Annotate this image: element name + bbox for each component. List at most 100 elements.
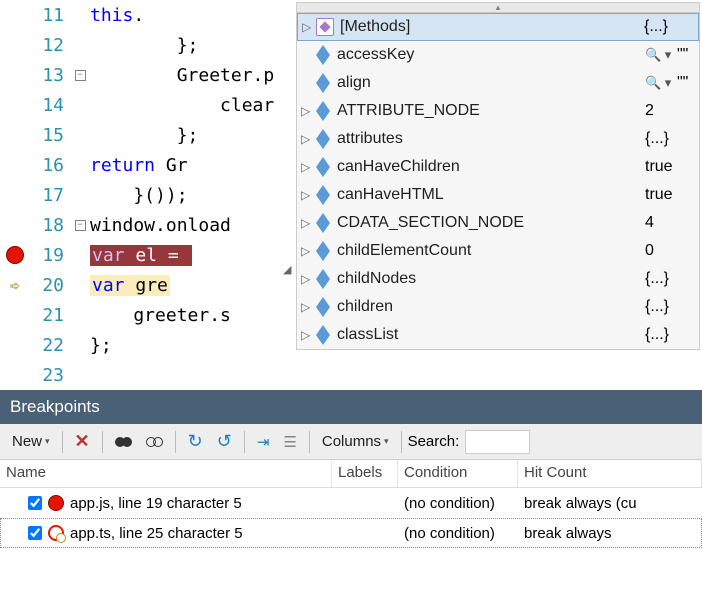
property-icon	[315, 243, 331, 259]
col-labels[interactable]: Labels	[332, 460, 398, 487]
intellisense-item[interactable]: ▷ CDATA_SECTION_NODE4	[297, 209, 699, 237]
line-number: 22	[30, 335, 70, 356]
new-button[interactable]: New	[6, 429, 56, 454]
property-icon	[315, 327, 331, 343]
member-name: canHaveChildren	[337, 158, 645, 176]
member-name: ATTRIBUTE_NODE	[337, 102, 645, 120]
filled-circles-icon	[115, 437, 132, 447]
hitcount-cell: break always	[518, 523, 702, 544]
magnifier-icon[interactable]: 🔍 ▾	[645, 47, 675, 62]
member-value: 2	[645, 102, 695, 120]
intellisense-item[interactable]: ▷ classList{...}	[297, 321, 699, 349]
enable-checkbox[interactable]	[28, 526, 42, 540]
condition-cell: (no condition)	[398, 493, 518, 514]
member-value: 🔍 ▾ ""	[645, 74, 695, 92]
code-line[interactable]	[90, 360, 702, 390]
member-value: {...}	[645, 326, 695, 344]
undo-button[interactable]: ↺	[211, 427, 238, 456]
breakpoint-mapped-icon	[48, 525, 64, 541]
intellisense-item[interactable]: align🔍 ▾ ""	[297, 69, 699, 97]
expand-icon[interactable]: ▷	[301, 188, 315, 202]
member-value: 0	[645, 242, 695, 260]
property-icon	[315, 131, 331, 147]
line-number: 21	[30, 305, 70, 326]
breakpoints-table[interactable]: Name Labels Condition Hit Count app.js, …	[0, 460, 702, 548]
intellisense-item[interactable]: ▷ ATTRIBUTE_NODE2	[297, 97, 699, 125]
intellisense-item[interactable]: ▷ canHaveChildrentrue	[297, 153, 699, 181]
member-name: CDATA_SECTION_NODE	[337, 214, 645, 232]
member-name: childNodes	[337, 270, 645, 288]
magnifier-icon[interactable]: 🔍 ▾	[645, 75, 675, 90]
labels-cell	[332, 501, 398, 505]
property-icon	[315, 75, 331, 91]
gutter: 111213−1415161718−19➪20212223	[0, 0, 90, 390]
member-value: true	[645, 158, 695, 176]
col-name[interactable]: Name	[0, 460, 332, 487]
search-label: Search:	[408, 433, 460, 450]
delete-button[interactable]: ✕	[69, 427, 96, 456]
expand-icon[interactable]: ▷	[301, 160, 315, 174]
undo-icon: ↺	[217, 431, 232, 452]
expand-icon[interactable]: ▷	[301, 216, 315, 230]
fold-toggle[interactable]: −	[75, 220, 86, 231]
member-value: 🔍 ▾ ""	[645, 46, 695, 64]
line-number: 20	[30, 275, 70, 296]
expand-icon[interactable]: ▷	[301, 132, 315, 146]
goto-source-button[interactable]: ⇥	[251, 429, 276, 455]
fold-toggle[interactable]: −	[75, 70, 86, 81]
scroll-up-arrow[interactable]: ▲	[297, 3, 699, 13]
intellisense-item[interactable]: ▷children{...}	[297, 293, 699, 321]
properties-button[interactable]: ☰	[277, 429, 302, 455]
line-number: 11	[30, 5, 70, 26]
redo-icon: ↻	[188, 431, 203, 452]
intellisense-item[interactable]: accessKey🔍 ▾ ""	[297, 41, 699, 69]
member-name: childElementCount	[337, 242, 645, 260]
col-condition[interactable]: Condition	[398, 460, 518, 487]
member-name: canHaveHTML	[337, 186, 645, 204]
line-number: 16	[30, 155, 70, 176]
line-number: 23	[30, 365, 70, 386]
member-value: {...}	[645, 298, 695, 316]
intellisense-popup[interactable]: ▲ ▷[Methods]{...}accessKey🔍 ▾ ""align🔍 ▾…	[296, 2, 700, 350]
member-name: align	[337, 74, 645, 92]
current-line-arrow-icon: ➪	[10, 276, 20, 295]
intellisense-item[interactable]: ▷canHaveHTMLtrue	[297, 181, 699, 209]
breakpoint-icon[interactable]	[6, 246, 24, 264]
expand-icon[interactable]: ▷	[301, 272, 315, 286]
intellisense-item[interactable]: ▷ childNodes{...}	[297, 265, 699, 293]
expand-icon[interactable]: ▷	[301, 328, 315, 342]
redo-button[interactable]: ↻	[182, 427, 209, 456]
enable-checkbox[interactable]	[28, 496, 42, 510]
member-name: accessKey	[337, 46, 645, 64]
property-icon	[315, 103, 331, 119]
hitcount-cell: break always (cu	[518, 493, 702, 514]
expand-icon[interactable]: ▷	[301, 300, 315, 314]
intellisense-item[interactable]: ▷ childElementCount0	[297, 237, 699, 265]
columns-button[interactable]: Columns	[316, 429, 395, 454]
member-value: {...}	[644, 18, 694, 36]
x-icon: ✕	[75, 431, 90, 452]
enable-all-button[interactable]	[109, 433, 138, 451]
breakpoints-toolbar: New ✕ ↻ ↺ ⇥ ☰ Columns Search:	[0, 424, 702, 460]
member-value: 4	[645, 214, 695, 232]
member-name: classList	[337, 326, 645, 344]
labels-cell	[332, 531, 398, 535]
intellisense-item[interactable]: ▷ [Methods]{...}	[297, 13, 699, 41]
intellisense-item[interactable]: ▷attributes{...}	[297, 125, 699, 153]
breakpoint-row[interactable]: app.ts, line 25 character 5(no condition…	[0, 518, 702, 548]
property-icon	[315, 47, 331, 63]
member-value: {...}	[645, 270, 695, 288]
line-number: 14	[30, 95, 70, 116]
line-number: 19	[30, 245, 70, 266]
breakpoint-js-icon	[48, 495, 64, 511]
line-number: 18	[30, 215, 70, 236]
disable-all-button[interactable]	[140, 433, 169, 451]
col-hitcount[interactable]: Hit Count	[518, 460, 702, 487]
member-name: [Methods]	[340, 18, 644, 36]
search-input[interactable]	[465, 430, 530, 454]
breakpoint-row[interactable]: app.js, line 19 character 5(no condition…	[0, 488, 702, 518]
expand-icon[interactable]: ▷	[301, 244, 315, 258]
expand-icon[interactable]: ▷	[302, 20, 316, 34]
condition-cell: (no condition)	[398, 523, 518, 544]
expand-icon[interactable]: ▷	[301, 104, 315, 118]
